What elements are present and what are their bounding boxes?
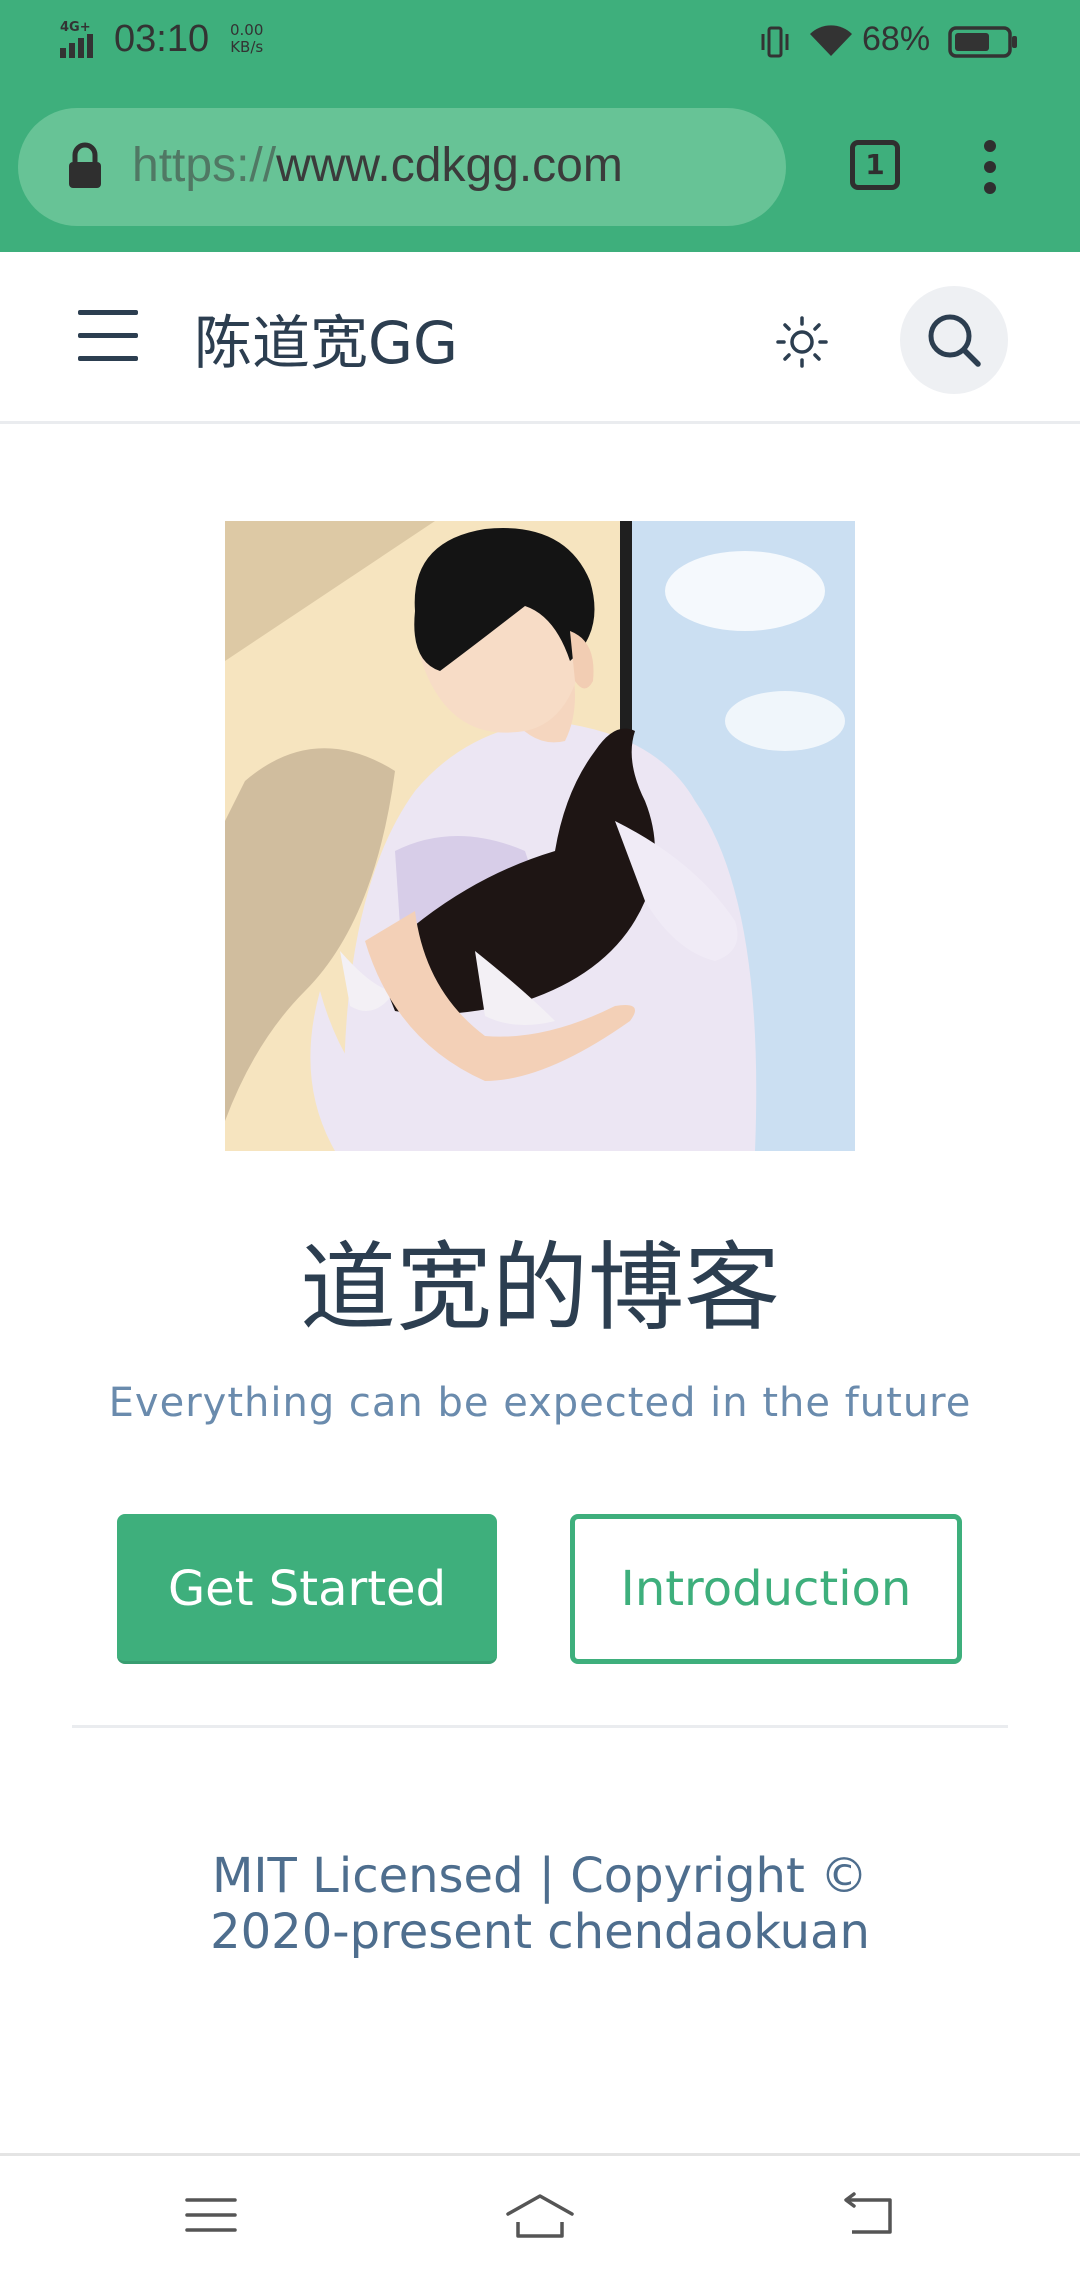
footer: MIT Licensed | Copyright © 2020-present … — [0, 1848, 1080, 1960]
url-host: www.cdkgg.com — [276, 139, 623, 192]
home-icon[interactable] — [504, 2192, 576, 2242]
signal-icon: 4G+ — [58, 20, 104, 60]
divider — [72, 1725, 1008, 1728]
battery-percent: 68% — [862, 20, 931, 58]
url-scheme: https:// — [132, 139, 277, 192]
speed-unit: KB/s — [230, 38, 264, 56]
footer-license: MIT Licensed | Copyright © — [211, 1848, 869, 1904]
clock: 03:10 — [114, 18, 210, 60]
get-started-button[interactable]: Get Started — [117, 1514, 497, 1664]
recent-apps-icon[interactable] — [184, 2192, 238, 2238]
hero-tagline: Everything can be expected in the future — [108, 1380, 972, 1426]
menu-icon[interactable] — [78, 310, 138, 362]
url-text[interactable]: https://www.cdkgg.com — [132, 138, 623, 193]
lock-icon — [69, 142, 101, 188]
browser-chrome: 4G+ 03:10 0.00 KB/s 68% https://www.cdkg… — [0, 0, 1080, 252]
system-navigation-bar — [0, 2153, 1080, 2280]
battery-icon — [948, 26, 1017, 58]
address-bar[interactable]: https://www.cdkgg.com — [18, 108, 786, 226]
theme-toggle-icon[interactable] — [774, 314, 830, 370]
hero-title: 道宽的博客 — [300, 1232, 780, 1344]
search-icon — [928, 314, 981, 367]
back-icon[interactable] — [842, 2192, 896, 2238]
network-speed: 0.00 KB/s — [230, 22, 263, 56]
footer-copyright: 2020-present chendaokuan — [210, 1904, 870, 1960]
site-navbar: 陈道宽GG — [0, 252, 1080, 424]
tab-switcher-button[interactable]: 1 — [850, 140, 900, 190]
network-type: 4G+ — [60, 20, 91, 35]
speed-value: 0.00 — [230, 21, 264, 39]
introduction-button[interactable]: Introduction — [570, 1514, 962, 1664]
site-title[interactable]: 陈道宽GG — [194, 296, 458, 380]
vibrate-icon — [761, 26, 789, 58]
more-options-icon[interactable] — [984, 140, 998, 194]
wifi-icon — [810, 25, 852, 56]
status-bar: 4G+ 03:10 0.00 KB/s 68% — [0, 0, 1080, 88]
hero-image — [225, 521, 855, 1151]
search-button[interactable] — [900, 286, 1008, 394]
